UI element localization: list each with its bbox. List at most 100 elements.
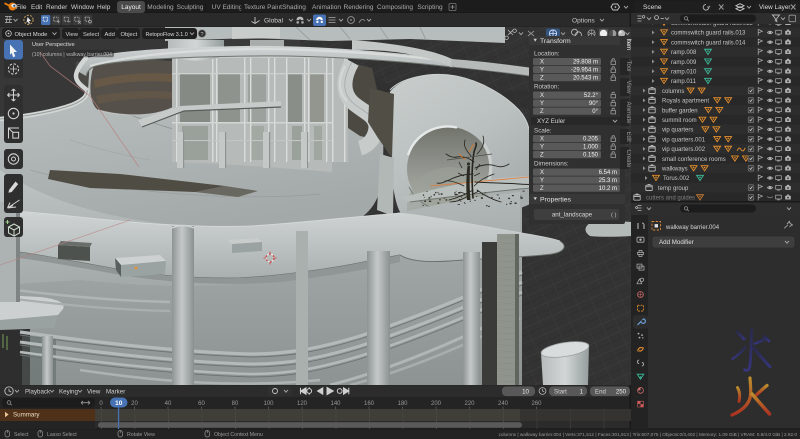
svg-text:Y: Y bbox=[540, 68, 544, 74]
svg-text:Torus.002: Torus.002 bbox=[663, 176, 690, 182]
svg-text:-29.954 m: -29.954 m bbox=[571, 68, 598, 74]
svg-text:Scene: Scene bbox=[643, 4, 662, 11]
svg-text:Texture Paint: Texture Paint bbox=[244, 4, 282, 11]
svg-text:vip quarters.002: vip quarters.002 bbox=[662, 147, 706, 153]
svg-text:Global: Global bbox=[264, 18, 284, 25]
svg-text:Sculpting: Sculpting bbox=[177, 4, 204, 11]
svg-text:0.150: 0.150 bbox=[583, 153, 599, 159]
svg-text:10.2 m: 10.2 m bbox=[599, 186, 617, 192]
svg-text:View: View bbox=[625, 81, 631, 95]
svg-text:Y: Y bbox=[540, 178, 544, 184]
svg-text:6.54 m: 6.54 m bbox=[599, 170, 617, 176]
svg-text:commswitch guard rails.014: commswitch guard rails.014 bbox=[671, 40, 746, 46]
svg-text:Z: Z bbox=[540, 76, 544, 82]
svg-text:columns | walkway barrier.004: columns | walkway barrier.004 | Verts:37… bbox=[499, 432, 798, 437]
svg-text:Create: Create bbox=[625, 150, 631, 169]
svg-text:200: 200 bbox=[431, 401, 442, 407]
svg-text:vip quarters: vip quarters bbox=[662, 128, 693, 134]
svg-text:Scale:: Scale: bbox=[534, 127, 552, 134]
svg-text:Royals apartment: Royals apartment bbox=[662, 99, 709, 105]
svg-text:Animate: Animate bbox=[625, 102, 631, 125]
svg-text:Y: Y bbox=[540, 101, 544, 107]
svg-text:20.543 m: 20.543 m bbox=[573, 76, 598, 82]
svg-text:walkway barrier.004: walkway barrier.004 bbox=[665, 225, 720, 231]
svg-text:Edit: Edit bbox=[31, 4, 42, 11]
svg-text:100: 100 bbox=[263, 401, 274, 407]
svg-text:ramp.009: ramp.009 bbox=[671, 60, 697, 66]
svg-text:Z: Z bbox=[540, 153, 544, 159]
svg-text:180: 180 bbox=[397, 401, 408, 407]
svg-text:Compositing: Compositing bbox=[377, 4, 414, 11]
svg-text:20: 20 bbox=[131, 401, 138, 407]
svg-text:Y: Y bbox=[540, 145, 544, 151]
svg-text:10: 10 bbox=[115, 400, 123, 407]
svg-text:View Layer: View Layer bbox=[759, 4, 791, 11]
svg-text:walkways: walkways bbox=[661, 166, 688, 172]
svg-text:X: X bbox=[540, 60, 544, 66]
svg-text:Shading: Shading bbox=[282, 4, 306, 11]
svg-text:Add: Add bbox=[105, 32, 115, 38]
svg-text:columns: columns bbox=[662, 89, 684, 95]
svg-text:Tool: Tool bbox=[625, 61, 631, 72]
svg-text:29.808 m: 29.808 m bbox=[573, 60, 598, 66]
svg-text:Animation: Animation bbox=[312, 4, 341, 11]
svg-text:small conference rooms: small conference rooms bbox=[662, 157, 726, 163]
svg-text:Object: Object bbox=[121, 32, 138, 38]
svg-text:Options: Options bbox=[572, 18, 595, 25]
svg-text:Window: Window bbox=[71, 4, 94, 11]
svg-text:ramp.010: ramp.010 bbox=[671, 69, 697, 75]
svg-text:Transform: Transform bbox=[540, 38, 571, 45]
svg-text:vip quarters.001: vip quarters.001 bbox=[662, 137, 706, 143]
svg-text:140: 140 bbox=[330, 401, 341, 407]
svg-text:( ): ( ) bbox=[611, 212, 617, 218]
svg-text:220: 220 bbox=[464, 401, 475, 407]
svg-text:RetopoFlow 3.1.0: RetopoFlow 3.1.0 bbox=[146, 32, 188, 38]
svg-text:1.000: 1.000 bbox=[583, 145, 599, 151]
svg-text:Start: Start bbox=[554, 388, 567, 395]
svg-text:80: 80 bbox=[232, 401, 239, 407]
svg-text:ant_landscape: ant_landscape bbox=[552, 211, 593, 218]
svg-text:Z: Z bbox=[540, 109, 544, 115]
svg-text:commswitch guard rails.013: commswitch guard rails.013 bbox=[671, 31, 746, 37]
svg-text:25.3 m: 25.3 m bbox=[599, 178, 617, 184]
svg-text:Scripting: Scripting bbox=[417, 4, 443, 11]
svg-text:Dimensions:: Dimensions: bbox=[534, 160, 569, 167]
svg-text:60: 60 bbox=[198, 401, 205, 407]
svg-text:Playback: Playback bbox=[25, 388, 51, 395]
svg-text:Z: Z bbox=[540, 186, 544, 192]
svg-text:ramp.011: ramp.011 bbox=[671, 79, 697, 85]
svg-text:X: X bbox=[540, 170, 544, 176]
svg-text:0.205: 0.205 bbox=[583, 137, 599, 143]
svg-text:Properties: Properties bbox=[540, 197, 572, 204]
svg-text:40: 40 bbox=[165, 401, 172, 407]
svg-text:Keying: Keying bbox=[59, 388, 78, 395]
svg-text:Modeling: Modeling bbox=[147, 4, 174, 11]
svg-text:Select: Select bbox=[14, 432, 29, 438]
svg-text:X: X bbox=[540, 93, 544, 99]
svg-text:X: X bbox=[540, 137, 544, 143]
svg-text:Add Modifier: Add Modifier bbox=[659, 239, 694, 246]
svg-text:52.2°: 52.2° bbox=[584, 93, 599, 99]
svg-text:Lasso Select: Lasso Select bbox=[47, 432, 77, 438]
svg-text:View: View bbox=[66, 32, 79, 38]
svg-text:(10) columns | walkway barrier: (10) columns | walkway barrier.004 bbox=[32, 52, 112, 58]
svg-text:Rotation:: Rotation: bbox=[534, 83, 559, 90]
svg-text:End: End bbox=[595, 388, 606, 395]
svg-text:Render: Render bbox=[46, 4, 68, 11]
svg-text:XYZ Euler: XYZ Euler bbox=[537, 118, 565, 125]
svg-text:Edit: Edit bbox=[625, 132, 631, 143]
svg-text:File: File bbox=[16, 4, 27, 11]
svg-text:Select: Select bbox=[83, 32, 100, 38]
svg-text:View: View bbox=[87, 388, 101, 395]
svg-text:buffer garden: buffer garden bbox=[662, 108, 698, 114]
svg-text:User Perspective: User Perspective bbox=[32, 42, 75, 48]
svg-text:0°: 0° bbox=[592, 109, 598, 115]
svg-text:Location:: Location: bbox=[534, 50, 560, 57]
svg-text:240: 240 bbox=[498, 401, 509, 407]
svg-text:120: 120 bbox=[297, 401, 308, 407]
svg-text:Summary: Summary bbox=[13, 412, 40, 419]
svg-text:10: 10 bbox=[522, 388, 529, 395]
svg-text:250: 250 bbox=[616, 388, 627, 395]
svg-text:Rendering: Rendering bbox=[344, 4, 374, 11]
svg-text:260: 260 bbox=[531, 401, 542, 407]
